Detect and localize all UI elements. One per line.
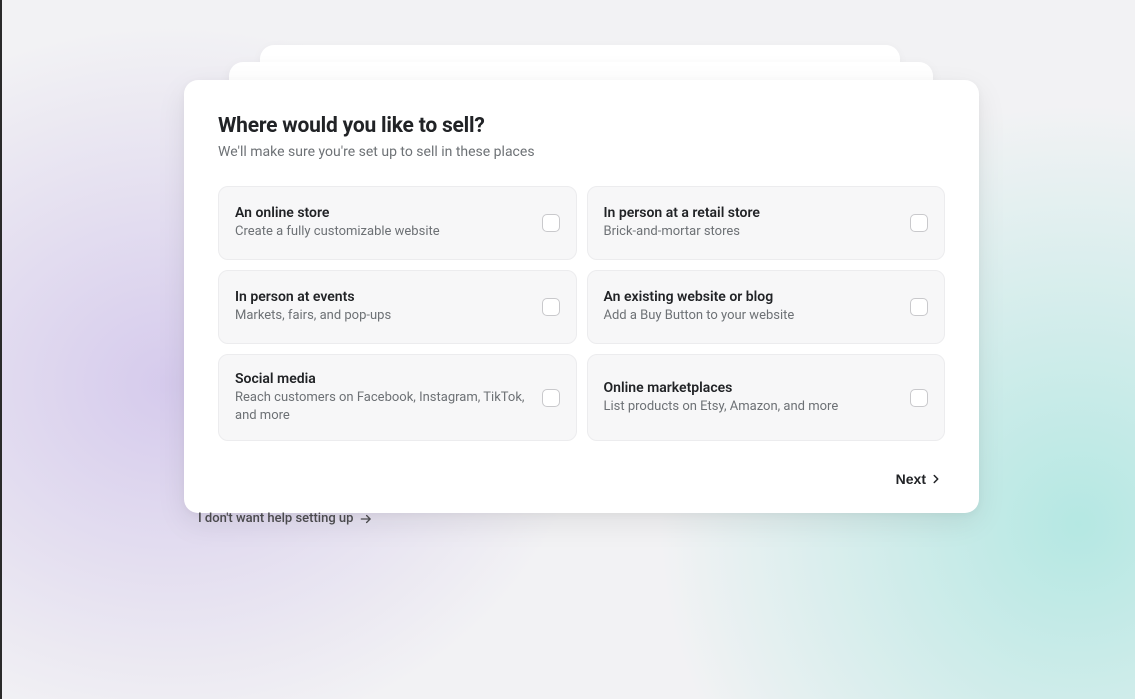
option-title: An online store	[235, 205, 440, 221]
option-desc: Add a Buy Button to your website	[604, 307, 795, 325]
skip-setup-link[interactable]: I don't want help setting up	[198, 511, 373, 526]
next-button[interactable]: Next	[894, 465, 945, 493]
option-title: Online marketplaces	[604, 380, 839, 396]
option-text: In person at a retail store Brick-and-mo…	[604, 205, 772, 241]
page-title: Where would you like to sell?	[218, 114, 945, 138]
checkbox[interactable]	[542, 298, 560, 316]
next-label: Next	[896, 471, 926, 487]
checkbox[interactable]	[542, 389, 560, 407]
option-events[interactable]: In person at events Markets, fairs, and …	[218, 270, 577, 344]
option-text: An existing website or blog Add a Buy Bu…	[604, 289, 807, 325]
option-desc: Create a fully customizable website	[235, 223, 440, 241]
chevron-right-icon	[929, 472, 943, 486]
option-title: In person at a retail store	[604, 205, 760, 221]
option-text: In person at events Markets, fairs, and …	[235, 289, 403, 325]
checkbox[interactable]	[910, 298, 928, 316]
option-title: Social media	[235, 371, 530, 387]
checkbox[interactable]	[910, 389, 928, 407]
option-social-media[interactable]: Social media Reach customers on Facebook…	[218, 354, 577, 441]
skip-label: I don't want help setting up	[198, 511, 353, 526]
options-grid: An online store Create a fully customiza…	[218, 186, 945, 441]
option-desc: List products on Etsy, Amazon, and more	[604, 398, 839, 416]
card-footer: Next	[218, 465, 945, 493]
option-retail-store[interactable]: In person at a retail store Brick-and-mo…	[587, 186, 946, 260]
option-desc: Reach customers on Facebook, Instagram, …	[235, 389, 530, 424]
option-title: An existing website or blog	[604, 289, 795, 305]
option-title: In person at events	[235, 289, 391, 305]
option-desc: Brick-and-mortar stores	[604, 223, 760, 241]
arrow-right-icon	[359, 512, 373, 526]
onboarding-card: Where would you like to sell? We'll make…	[184, 80, 979, 513]
checkbox[interactable]	[542, 214, 560, 232]
option-text: Social media Reach customers on Facebook…	[235, 371, 542, 424]
option-marketplaces[interactable]: Online marketplaces List products on Ets…	[587, 354, 946, 441]
option-desc: Markets, fairs, and pop-ups	[235, 307, 391, 325]
option-text: Online marketplaces List products on Ets…	[604, 380, 851, 416]
option-existing-website[interactable]: An existing website or blog Add a Buy Bu…	[587, 270, 946, 344]
page-subtitle: We'll make sure you're set up to sell in…	[218, 144, 945, 160]
option-text: An online store Create a fully customiza…	[235, 205, 452, 241]
checkbox[interactable]	[910, 214, 928, 232]
option-online-store[interactable]: An online store Create a fully customiza…	[218, 186, 577, 260]
